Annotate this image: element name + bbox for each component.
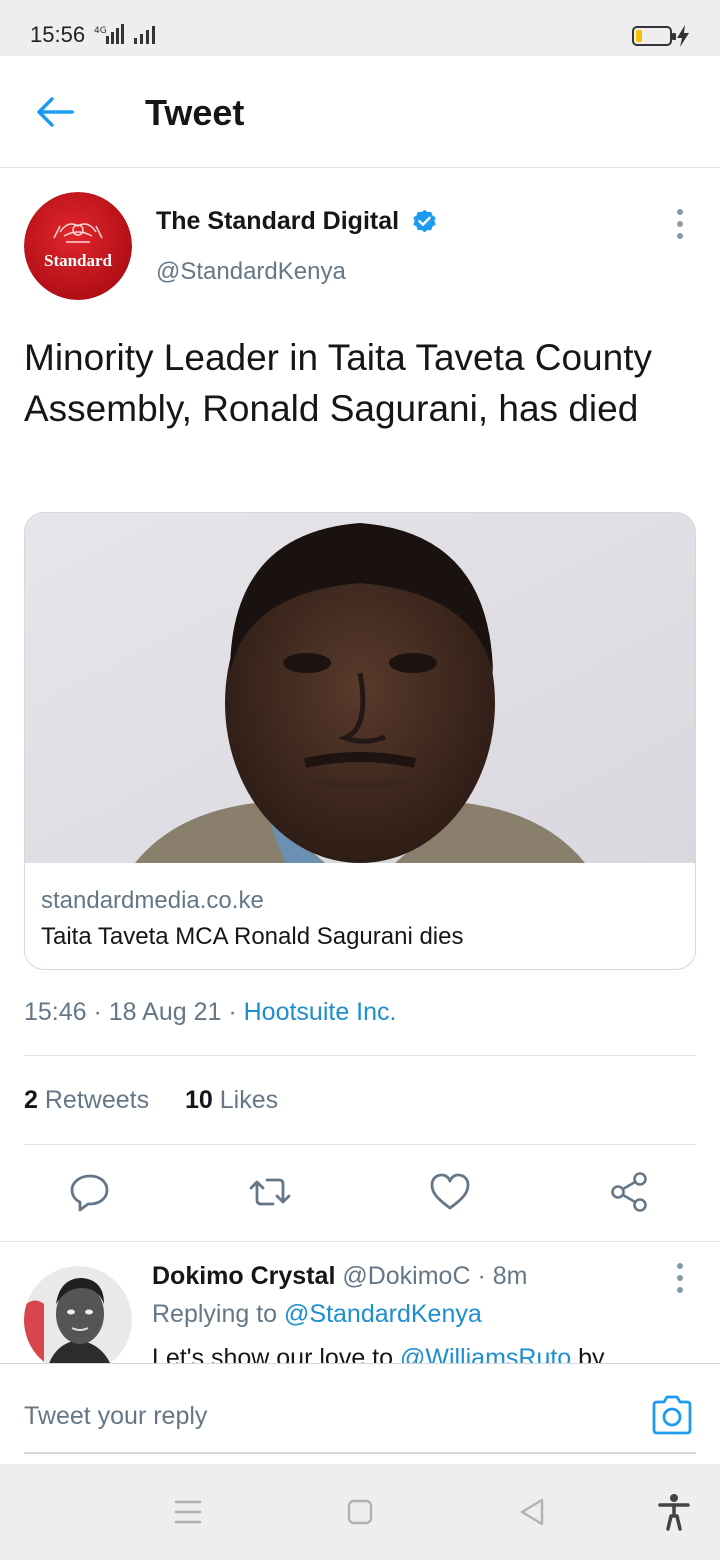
battery-level <box>636 30 643 42</box>
divider <box>0 1241 720 1242</box>
share-icon[interactable] <box>608 1170 652 1214</box>
reply-text-end: by <box>571 1344 605 1364</box>
replying-to: Replying to @StandardKenya <box>152 1300 482 1329</box>
input-underline <box>24 1452 696 1454</box>
author-name[interactable]: The Standard Digital <box>156 207 399 236</box>
avatar-brand-text: Standard <box>44 251 113 270</box>
replying-handle[interactable]: @StandardKenya <box>284 1300 482 1328</box>
reply-avatar[interactable] <box>24 1266 132 1374</box>
more-options-icon[interactable] <box>670 208 690 240</box>
tweet-text: Minority Leader in Taita Taveta County A… <box>24 337 652 429</box>
standard-logo: Standard <box>24 192 132 300</box>
divider <box>24 1144 696 1145</box>
reply-author-name: Dokimo Crystal <box>152 1262 336 1290</box>
signal-icon: 4G <box>94 24 155 44</box>
replying-label: Replying to <box>152 1300 285 1328</box>
menu-icon[interactable] <box>168 1492 208 1532</box>
reply-composer: Tweet your reply <box>0 1363 720 1463</box>
author-handle[interactable]: @StandardKenya <box>156 258 346 286</box>
reply-text-start: Let's show our love to <box>152 1344 400 1364</box>
reply-more-options-icon[interactable] <box>670 1262 690 1294</box>
accessibility-icon[interactable] <box>654 1492 694 1532</box>
system-navigation-bar <box>0 1464 720 1560</box>
reply-input[interactable]: Tweet your reply <box>24 1402 207 1431</box>
article-photo[interactable] <box>25 513 696 863</box>
tweet-timestamp: 15:46 · 18 Aug 21 · Hootsuite Inc. <box>24 998 396 1027</box>
verified-badge-icon <box>413 209 436 233</box>
author-avatar[interactable]: Standard <box>24 192 132 300</box>
battery-icon <box>632 26 676 46</box>
home-icon[interactable] <box>340 1492 380 1532</box>
status-time: 15:56 <box>30 22 86 47</box>
status-bar: 15:56 4G <box>0 0 720 56</box>
card-domain: standardmedia.co.ke <box>41 887 264 914</box>
camera-icon[interactable] <box>650 1394 694 1436</box>
arrow-left-icon[interactable] <box>30 92 80 132</box>
reply-text-container: Let's show our love to @WilliamsRuto by <box>152 1338 696 1364</box>
retweets-label: Retweets <box>44 1086 150 1114</box>
reply-meta: @DokimoC · 8m <box>335 1262 528 1290</box>
likes-count: 10 <box>184 1086 213 1114</box>
reply-author-line[interactable]: Dokimo Crystal @DokimoC · 8m <box>152 1262 527 1291</box>
link-preview-card[interactable]: standardmedia.co.ke Taita Taveta MCA Ron… <box>24 512 696 970</box>
reply-text: Let's show our love to @WilliamsRuto by <box>152 1338 696 1364</box>
reply-avatar-photo <box>24 1266 132 1374</box>
source-link[interactable]: Hootsuite Inc. <box>244 998 397 1026</box>
top-app-bar: Tweet <box>0 56 720 168</box>
reply-mention[interactable]: @WilliamsRuto <box>400 1344 571 1364</box>
card-title: Taita Taveta MCA Ronald Sagurani dies <box>41 923 464 950</box>
likes-label: Likes <box>219 1086 279 1114</box>
charging-icon <box>677 25 689 47</box>
like-icon[interactable] <box>428 1170 472 1214</box>
retweets-count: 2 <box>24 1086 38 1114</box>
page-title: Tweet <box>145 92 245 133</box>
engagement-stats: 2 Retweets 10 Likes <box>24 1086 278 1115</box>
retweet-icon[interactable] <box>248 1170 292 1214</box>
network-label: 4G <box>94 26 107 36</box>
likes-stat[interactable]: 10 Likes <box>185 1086 278 1114</box>
retweets-stat[interactable]: 2 Retweets <box>24 1086 149 1114</box>
timestamp-text: 15:46 · 18 Aug 21 · <box>24 998 244 1026</box>
reply-icon[interactable] <box>68 1170 112 1214</box>
divider <box>24 1055 696 1056</box>
back-nav-icon[interactable] <box>512 1492 552 1532</box>
